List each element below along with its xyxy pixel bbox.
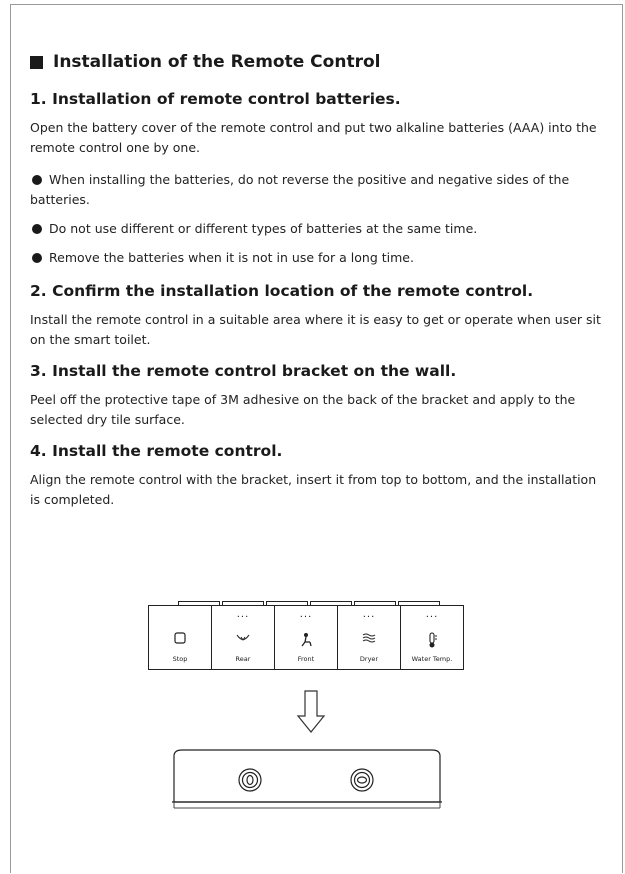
button-dots: ···	[236, 612, 250, 623]
section-4-heading: 4. Install the remote control.	[30, 442, 283, 460]
remote-button-label: Water Temp.	[411, 655, 453, 663]
remote-button-label: Stop	[172, 655, 188, 663]
rear-wash-icon	[212, 632, 274, 648]
remote-control: Stop ··· Rear ··· Front ··· Dryer ··· Wa…	[148, 605, 464, 670]
bullet-dot-icon	[32, 175, 42, 185]
remote-button-label: Front	[297, 655, 315, 663]
button-dots: ···	[299, 612, 313, 623]
remote-button-stop: Stop	[148, 605, 211, 670]
section-2-heading: 2. Confirm the installation location of …	[30, 282, 534, 300]
remote-button-dryer: ··· Dryer	[337, 605, 400, 670]
section-1-heading: 1. Installation of remote control batter…	[30, 90, 401, 108]
button-dots: ···	[362, 612, 376, 623]
stop-icon	[149, 632, 211, 648]
front-wash-icon	[275, 632, 337, 652]
dryer-icon	[338, 632, 400, 648]
bullet-text: When installing the batteries, do not re…	[30, 172, 570, 207]
bullet-dot-icon	[32, 224, 42, 234]
down-arrow-icon	[296, 690, 326, 733]
page-title: Installation of the Remote Control	[30, 52, 610, 72]
section-3-text: Peel off the protective tape of 3M adhes…	[30, 392, 576, 427]
bullet-dot-icon	[32, 253, 42, 263]
section-1-text: Open the battery cover of the remote con…	[30, 120, 597, 155]
page-title-text: Installation of the Remote Control	[53, 52, 381, 72]
remote-button-label: Rear	[235, 655, 251, 663]
wall-bracket	[172, 749, 442, 809]
title-square-icon	[30, 55, 43, 69]
section-3-heading: 3. Install the remote control bracket on…	[30, 362, 457, 380]
bullet-text: Remove the batteries when it is not in u…	[49, 250, 414, 265]
button-dots: ···	[425, 612, 439, 623]
bullet-item: Do not use different or different types …	[30, 219, 610, 239]
section-2-text: Install the remote control in a suitable…	[30, 312, 601, 347]
section-4-text: Align the remote control with the bracke…	[30, 472, 597, 507]
thermometer-icon	[401, 632, 463, 652]
remote-button-water-temp: ··· Water Temp.	[400, 605, 464, 670]
document-content: Installation of the Remote Control 1. In…	[30, 52, 610, 522]
remote-button-label: Dryer	[359, 655, 379, 663]
bullet-text: Do not use different or different types …	[49, 221, 478, 236]
bullet-item: When installing the batteries, do not re…	[30, 170, 610, 210]
remote-button-rear: ··· Rear	[211, 605, 274, 670]
bullet-item: Remove the batteries when it is not in u…	[30, 248, 610, 268]
remote-button-front: ··· Front	[274, 605, 337, 670]
